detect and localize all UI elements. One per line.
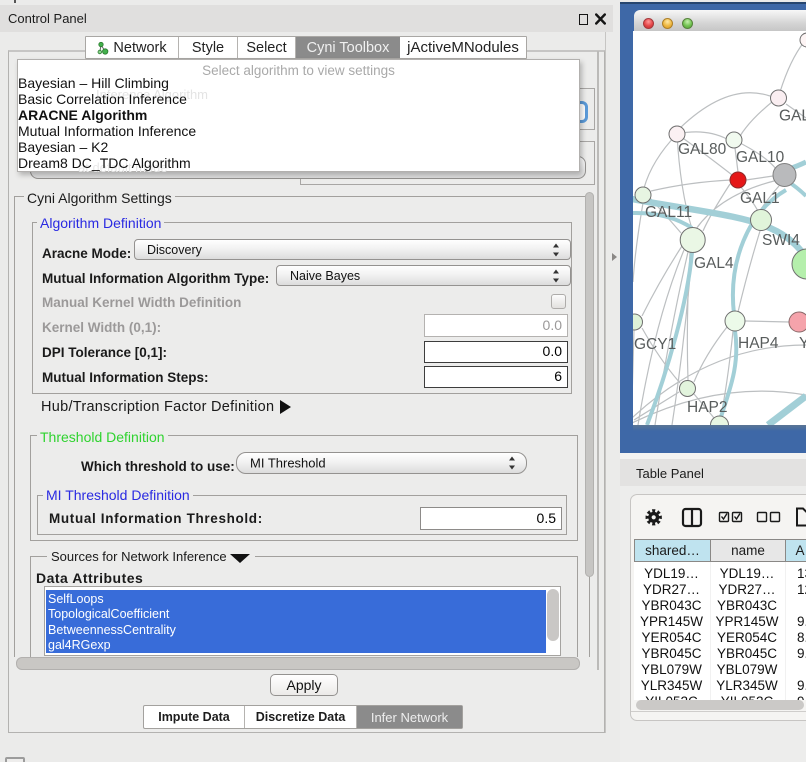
- svg-text:GAL4: GAL4: [694, 255, 734, 272]
- svg-text:HAP2: HAP2: [687, 399, 728, 416]
- svg-text:GCY1: GCY1: [634, 336, 676, 353]
- svg-text:HAP4: HAP4: [738, 335, 779, 352]
- svg-text:SWI4: SWI4: [762, 232, 800, 249]
- svg-text:GAL1: GAL1: [740, 190, 780, 207]
- svg-text:Y: Y: [799, 335, 806, 352]
- svg-text:GAL80: GAL80: [678, 141, 727, 158]
- svg-text:GAL2: GAL2: [779, 108, 806, 125]
- svg-text:GAL11: GAL11: [645, 204, 692, 221]
- svg-text:GAL10: GAL10: [736, 149, 785, 166]
